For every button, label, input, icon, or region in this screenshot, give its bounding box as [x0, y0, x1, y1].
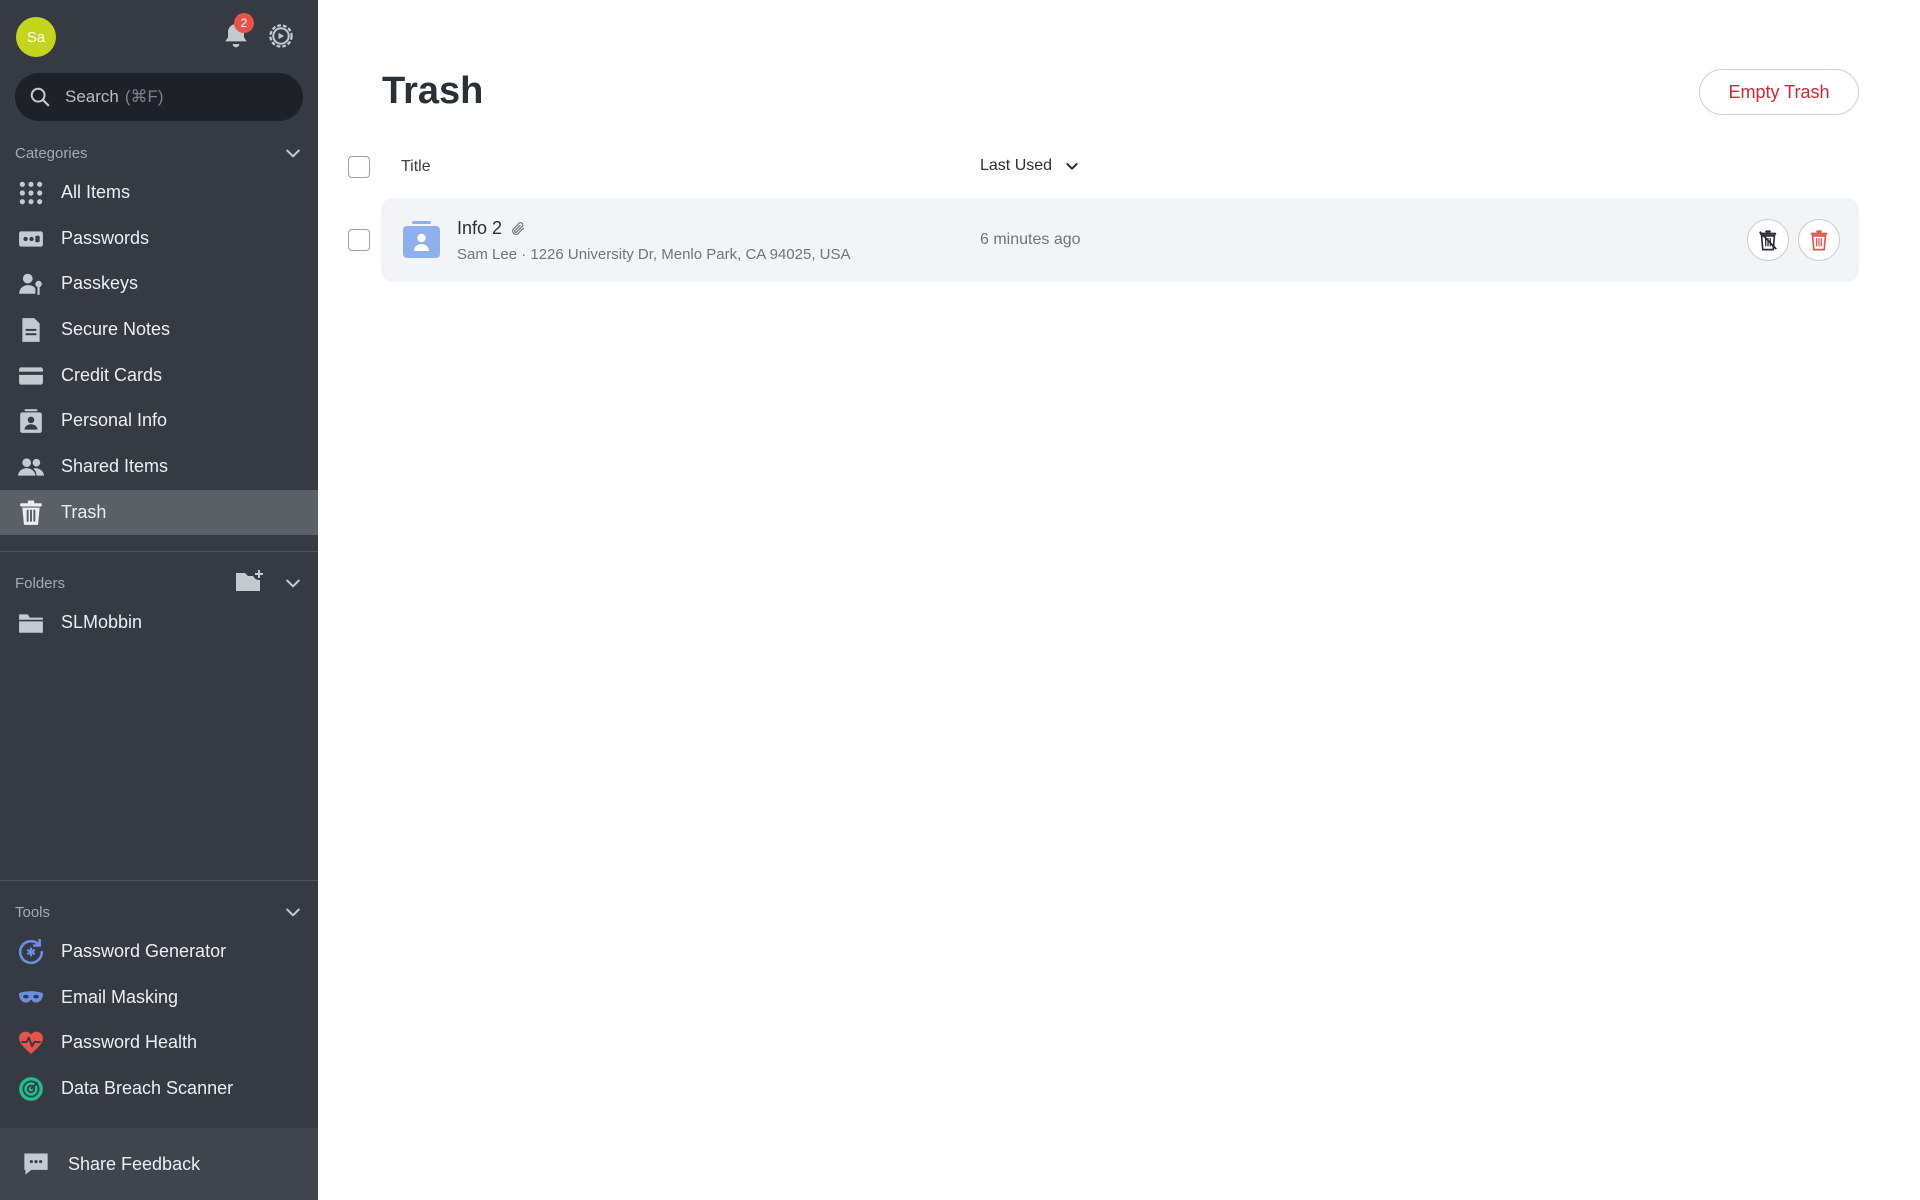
sidebar-item-personal-info[interactable]: Personal Info	[0, 398, 318, 443]
item-last-used: 6 minutes ago	[980, 231, 1081, 248]
categories-header[interactable]: Categories	[15, 141, 303, 165]
trash-icon	[18, 500, 44, 526]
restore-item-button[interactable]	[1747, 219, 1789, 261]
tool-password-health[interactable]: Password Health	[0, 1020, 318, 1065]
chat-bubble-icon	[24, 1153, 48, 1175]
gear-icon[interactable]	[266, 21, 296, 51]
restore-trash-icon	[1759, 230, 1777, 251]
tool-password-generator[interactable]: Password Generator	[0, 929, 318, 974]
mask-icon	[18, 985, 44, 1011]
item-title-text: Info 2	[457, 218, 503, 238]
sidebar-item-folder-slmobbin[interactable]: SLMobbin	[0, 600, 318, 645]
tools-header[interactable]: Tools	[15, 900, 303, 924]
avatar[interactable]: Sa	[16, 17, 56, 57]
grid-icon	[18, 180, 44, 206]
sidebar-item-trash[interactable]: Trash	[0, 490, 318, 535]
sidebar-item-all-items[interactable]: All Items	[0, 170, 318, 215]
chevron-down-icon[interactable]	[283, 902, 303, 922]
sidebar-item-shared-items[interactable]: Shared Items	[0, 444, 318, 489]
search-label: Search	[65, 87, 119, 106]
share-feedback-button[interactable]: Share Feedback	[0, 1128, 318, 1200]
item-subtitle: Sam Lee · 1226 University Dr, Menlo Park…	[457, 246, 851, 263]
password-generator-icon	[18, 938, 44, 965]
sidebar-item-secure-notes[interactable]: Secure Notes	[0, 307, 318, 352]
chevron-down-icon[interactable]	[283, 143, 303, 163]
chevron-down-icon	[1066, 163, 1078, 170]
sidebar-item-label: Password Generator	[61, 941, 227, 961]
column-header-title[interactable]: Title	[401, 158, 431, 176]
select-all-checkbox[interactable]	[348, 156, 370, 178]
sidebar: Sa 2 Search (⌘F) Categories All Items Pa…	[0, 0, 318, 1200]
sidebar-divider	[0, 880, 318, 881]
folders-header[interactable]: Folders	[15, 568, 303, 595]
delete-permanently-button[interactable]	[1798, 219, 1840, 261]
row-checkbox[interactable]	[348, 229, 370, 251]
page-title: Trash	[382, 70, 484, 112]
item-title: Info 2	[457, 218, 526, 239]
tool-data-breach-scanner[interactable]: Data Breach Scanner	[0, 1066, 318, 1111]
radar-icon	[18, 1076, 44, 1102]
notification-badge: 2	[234, 13, 254, 33]
search-icon	[30, 87, 50, 107]
sort-dropdown[interactable]: Last Used	[980, 157, 1080, 175]
folders-heading: Folders	[15, 574, 66, 592]
chevron-down-icon[interactable]	[283, 573, 303, 593]
sidebar-item-label: Trash	[61, 502, 107, 522]
sidebar-item-passwords[interactable]: Passwords	[0, 216, 318, 261]
empty-trash-button[interactable]: Empty Trash	[1699, 69, 1859, 115]
folder-icon	[18, 610, 44, 636]
heart-pulse-icon	[18, 1030, 44, 1056]
search-input[interactable]: Search (⌘F)	[15, 73, 303, 121]
sidebar-item-label: Password Health	[61, 1032, 198, 1052]
sidebar-item-label: Email Masking	[61, 987, 179, 1007]
categories-heading: Categories	[15, 144, 88, 162]
sidebar-item-label: Credit Cards	[61, 365, 163, 385]
sidebar-item-label: Data Breach Scanner	[61, 1078, 234, 1098]
sidebar-item-label: All Items	[61, 182, 131, 202]
share-feedback-label: Share Feedback	[68, 1153, 201, 1174]
shared-users-icon	[18, 454, 44, 480]
sidebar-item-passkeys[interactable]: Passkeys	[0, 261, 318, 306]
table-row[interactable]: Info 2 Sam Lee · 1226 University Dr, Men…	[381, 198, 1859, 282]
trash-icon	[1810, 230, 1828, 251]
personal-info-icon	[18, 408, 44, 434]
personal-info-item-icon	[403, 221, 440, 258]
sidebar-item-label: SLMobbin	[61, 612, 143, 632]
tools-heading: Tools	[15, 903, 51, 921]
sidebar-item-label: Personal Info	[61, 410, 168, 430]
password-icon	[18, 226, 44, 252]
paperclip-icon	[512, 221, 525, 235]
sidebar-item-credit-cards[interactable]: Credit Cards	[0, 353, 318, 398]
passkey-icon	[18, 271, 44, 297]
credit-card-icon	[18, 363, 44, 389]
folder-add-icon[interactable]	[235, 567, 265, 595]
note-icon	[18, 317, 44, 343]
sidebar-item-label: Secure Notes	[61, 319, 171, 339]
sidebar-item-label: Passkeys	[61, 273, 139, 293]
search-shortcut-hint: (⌘F)	[124, 87, 164, 106]
tool-email-masking[interactable]: Email Masking	[0, 975, 318, 1020]
sidebar-divider	[0, 551, 318, 552]
sidebar-item-label: Shared Items	[61, 456, 169, 476]
sidebar-item-label: Passwords	[61, 228, 150, 248]
sort-label: Last Used	[980, 157, 1053, 174]
